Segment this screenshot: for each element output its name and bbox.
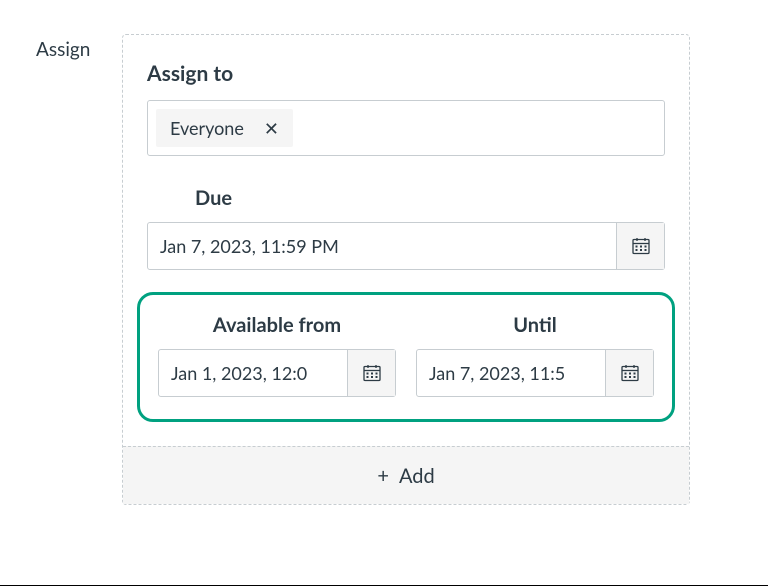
available-from-input[interactable] xyxy=(159,350,347,396)
due-label: Due xyxy=(147,186,665,210)
assign-to-token[interactable]: Everyone ✕ xyxy=(156,109,293,147)
add-button[interactable]: + Add xyxy=(123,446,689,504)
until-group xyxy=(416,349,654,397)
close-icon[interactable]: ✕ xyxy=(264,119,279,137)
available-from-calendar-button[interactable] xyxy=(347,350,395,396)
available-from-label: Available from xyxy=(158,313,396,337)
plus-icon: + xyxy=(377,464,389,488)
assign-side-label: Assign xyxy=(36,34,122,61)
availability-highlight: Available from xyxy=(137,292,675,422)
due-date-input[interactable] xyxy=(148,223,616,269)
due-date-group xyxy=(147,222,665,270)
available-from-group xyxy=(158,349,396,397)
calendar-icon xyxy=(631,236,651,256)
assign-to-token-label: Everyone xyxy=(170,117,244,139)
assign-to-title: Assign to xyxy=(147,61,665,86)
assign-to-field[interactable]: Everyone ✕ xyxy=(147,100,665,156)
assign-card: Assign to Everyone ✕ Due xyxy=(122,34,690,505)
until-calendar-button[interactable] xyxy=(605,350,653,396)
due-calendar-button[interactable] xyxy=(616,223,664,269)
until-label: Until xyxy=(416,313,654,337)
until-input[interactable] xyxy=(417,350,605,396)
add-label: Add xyxy=(399,464,435,488)
calendar-icon xyxy=(362,363,382,383)
calendar-icon xyxy=(620,363,640,383)
